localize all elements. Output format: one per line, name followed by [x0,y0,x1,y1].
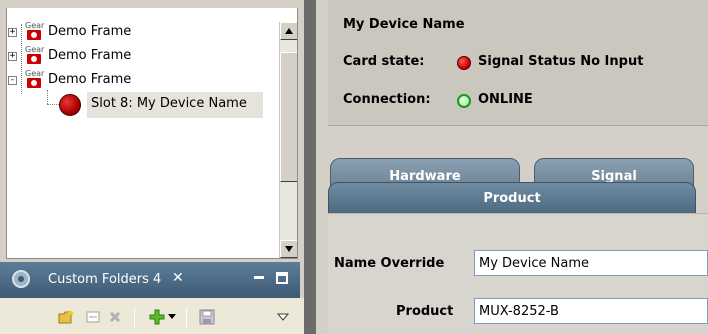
scroll-thumb[interactable] [280,52,297,182]
custom-folders-gear-icon [12,270,30,288]
custom-folders-view-header: Custom Folders 4 ✕ [0,262,300,298]
device-info-panel: My Device Name Card state: Signal Status… [328,0,708,126]
tree-item-label[interactable]: Demo Frame [48,72,131,87]
red-status-led-icon [457,56,471,70]
view-menu-icon [277,313,289,321]
toolbar-separator [186,308,187,328]
toolbar-separator [134,308,135,328]
device-title: My Device Name [343,17,465,32]
new-folder-icon [58,310,74,324]
connection-value: ONLINE [478,92,533,107]
tab-product[interactable]: Product [328,182,696,214]
collapse-all-icon [86,311,100,323]
name-override-input[interactable] [474,250,708,276]
close-tab-icon[interactable]: ✕ [172,270,184,286]
delete-button[interactable] [106,308,124,326]
right-pane: My Device Name Card state: Signal Status… [316,0,708,334]
expand-toggle[interactable]: + [8,28,17,37]
tree-item-label[interactable]: Slot 8: My Device Name [91,96,247,111]
custom-folders-tab-label: Custom Folders 4 [48,272,162,287]
save-button[interactable] [198,308,216,326]
expand-toggle[interactable]: + [8,52,17,61]
tree-vertical-scrollbar[interactable] [279,22,297,258]
gear-text-logo: Gear [25,21,45,30]
tree-item-label[interactable]: Demo Frame [48,24,131,39]
gear-frame-icon: Gear [23,20,45,42]
tree-connector [47,90,48,104]
tree-connector [21,24,22,94]
card-state-label: Card state: [343,54,425,69]
green-online-led-icon [457,94,471,108]
add-button[interactable] [148,308,166,326]
name-override-label: Name Override [334,256,445,271]
plus-add-icon [149,309,165,325]
maximize-view-icon[interactable] [276,272,288,284]
pane-splitter[interactable] [304,0,316,334]
custom-folders-toolbar [0,298,304,334]
scroll-down-button[interactable] [280,240,297,258]
save-disk-icon [199,309,215,325]
gear-text-logo: Gear [25,69,45,78]
new-folder-button[interactable] [58,308,76,326]
arrow-down-icon [285,246,293,252]
minimize-view-icon[interactable] [254,276,264,279]
gear-text-logo: Gear [25,45,45,54]
product-label: Product [396,304,454,319]
red-status-led-icon [59,94,81,116]
left-pane: + Gear Demo Frame + Gear Demo Frame - Ge… [0,0,304,334]
gear-frame-icon: Gear [23,68,45,90]
gear-frame-icon: Gear [23,44,45,66]
product-tab-content: Name Override Product [328,213,708,334]
product-input[interactable] [474,298,708,324]
add-dropdown-button[interactable] [166,308,178,326]
arrow-up-icon [285,28,293,34]
scroll-up-button[interactable] [280,22,297,40]
delete-x-icon [109,311,121,323]
tree-item-label[interactable]: Demo Frame [48,48,131,63]
device-tree: + Gear Demo Frame + Gear Demo Frame - Ge… [6,8,298,259]
card-state-value: Signal Status No Input [478,54,644,69]
collapse-button[interactable] [84,308,102,326]
dropdown-arrow-icon [168,314,176,319]
view-menu-button[interactable] [274,308,292,326]
collapse-toggle[interactable]: - [8,76,17,85]
connection-label: Connection: [343,92,431,107]
